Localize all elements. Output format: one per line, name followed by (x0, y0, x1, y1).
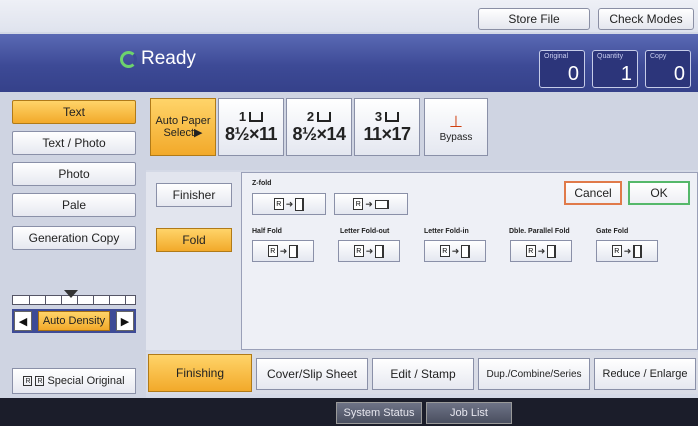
ready-text: Ready (141, 48, 196, 69)
finisher-button[interactable]: Finisher (156, 183, 232, 207)
tab-cover-slip-sheet[interactable]: Cover/Slip Sheet (256, 358, 368, 390)
arrow-icon: ➜ (537, 245, 546, 256)
special-original-button[interactable]: R R Special Original (12, 368, 136, 394)
job-list-button[interactable]: Job List (426, 402, 512, 424)
original-type-text-photo[interactable]: Text / Photo (12, 131, 136, 155)
z-fold-option-2[interactable]: R ➜ (334, 193, 408, 215)
original-value: 0 (567, 63, 579, 85)
z-fold-option-1[interactable]: R ➜ (252, 193, 326, 215)
tray-number: 3 (374, 109, 383, 124)
check-modes-button[interactable]: Check Modes (598, 8, 694, 30)
original-sheet-icon: R (353, 245, 364, 257)
original-type-generation-copy[interactable]: Generation Copy (12, 226, 136, 250)
gate-fold-label: Gate Fold (596, 228, 629, 235)
cancel-button[interactable]: Cancel (564, 181, 622, 205)
tray-number: 2 (306, 109, 315, 124)
tab-finishing[interactable]: Finishing (148, 354, 252, 392)
tray-size: 8½×14 (292, 124, 346, 144)
tray-size: 11×17 (363, 124, 411, 144)
auto-density-button[interactable]: Auto Density (37, 311, 111, 331)
tray-icon (317, 111, 332, 122)
paper-tray-1[interactable]: 1 8½×11 (218, 98, 284, 156)
density-control: ◀ Auto Density ▶ (12, 309, 136, 333)
copy-label: Copy (650, 53, 667, 60)
half-fold-button[interactable]: R ➜ (252, 240, 314, 262)
half-fold-icon (289, 244, 299, 258)
tab-dup-combine-series[interactable]: Dup./Combine/Series (478, 358, 590, 390)
letter-fold-in-label: Letter Fold-in (424, 228, 469, 235)
gate-fold-button[interactable]: R ➜ (596, 240, 658, 262)
double-parallel-fold-button[interactable]: R ➜ (510, 240, 572, 262)
half-fold-label: Half Fold (252, 228, 282, 235)
tray-icon (385, 111, 400, 122)
original-type-photo[interactable]: Photo (12, 162, 136, 186)
tab-edit-stamp[interactable]: Edit / Stamp (372, 358, 474, 390)
original-sheet-icon: R (23, 376, 33, 386)
paper-tray-3[interactable]: 3 11×17 (354, 98, 420, 156)
ok-button[interactable]: OK (628, 181, 690, 205)
bypass-label: Bypass (439, 131, 473, 143)
letter-fold-in-button[interactable]: R ➜ (424, 240, 486, 262)
density-indicator-icon (64, 290, 78, 298)
letter-fold-out-button[interactable]: R ➜ (338, 240, 400, 262)
arrow-icon: ➜ (279, 245, 288, 256)
quantity-counter: Quantity 1 (592, 50, 638, 88)
system-status-button[interactable]: System Status (336, 402, 422, 424)
fold-button[interactable]: Fold (156, 228, 232, 252)
copy-counter: Copy 0 (645, 50, 691, 88)
gate-fold-icon (633, 244, 643, 258)
double-parallel-fold-label: Dble. Parallel Fold (509, 228, 570, 235)
special-original-label: Special Original (47, 375, 125, 387)
ready-status: Ready (120, 48, 196, 70)
original-sheet-icon: R (267, 245, 278, 257)
double-parallel-fold-icon (547, 244, 557, 258)
original-sheet-icon: R (611, 245, 622, 257)
copy-value: 0 (673, 63, 685, 85)
original-sheet-icon: R (35, 376, 45, 386)
arrow-icon: ➜ (365, 198, 373, 209)
z-fold-icon (295, 197, 305, 211)
store-file-button[interactable]: Store File (478, 8, 590, 30)
original-sheet-icon: R (353, 198, 364, 210)
copier-screen: Store File Check Modes Ready Original 0 … (0, 0, 698, 426)
auto-paper-select-button[interactable]: Auto Paper Select▶ (150, 98, 216, 156)
original-label: Original (544, 53, 569, 60)
tab-reduce-enlarge[interactable]: Reduce / Enlarge (594, 358, 696, 390)
letter-fold-in-icon (461, 244, 471, 258)
original-type-pale[interactable]: Pale (12, 193, 136, 217)
bypass-tray-button[interactable]: ⊥ Bypass (424, 98, 488, 156)
letter-fold-out-label: Letter Fold-out (340, 228, 390, 235)
density-darker-button[interactable]: ▶ (116, 311, 134, 331)
arrow-icon: ➜ (365, 245, 374, 256)
quantity-label: Quantity (597, 53, 624, 60)
original-sheet-icon: R (273, 198, 284, 210)
auto-paper-line1: Auto Paper (155, 115, 211, 127)
original-counter: Original 0 (539, 50, 585, 88)
z-fold-label: Z-fold (252, 180, 272, 187)
tray-icon (249, 111, 264, 122)
density-lighter-button[interactable]: ◀ (14, 311, 32, 331)
auto-paper-line2: Select▶ (163, 127, 203, 139)
tray-number: 1 (238, 109, 247, 124)
letter-fold-out-icon (375, 244, 385, 258)
original-type-text[interactable]: Text (12, 100, 136, 124)
original-sheet-icon: R (525, 245, 536, 257)
z-fold-icon (374, 199, 389, 209)
arrow-icon: ➜ (285, 198, 294, 209)
quantity-value: 1 (620, 63, 632, 85)
tray-size: 8½×11 (224, 124, 278, 144)
arrow-icon: ➜ (451, 245, 460, 256)
paper-tray-2[interactable]: 2 8½×14 (286, 98, 352, 156)
original-sheet-icon: R (439, 245, 450, 257)
arrow-icon: ➜ (623, 245, 632, 256)
bypass-icon: ⊥ (449, 113, 463, 131)
top-bar (0, 0, 698, 32)
ready-icon (120, 50, 137, 68)
